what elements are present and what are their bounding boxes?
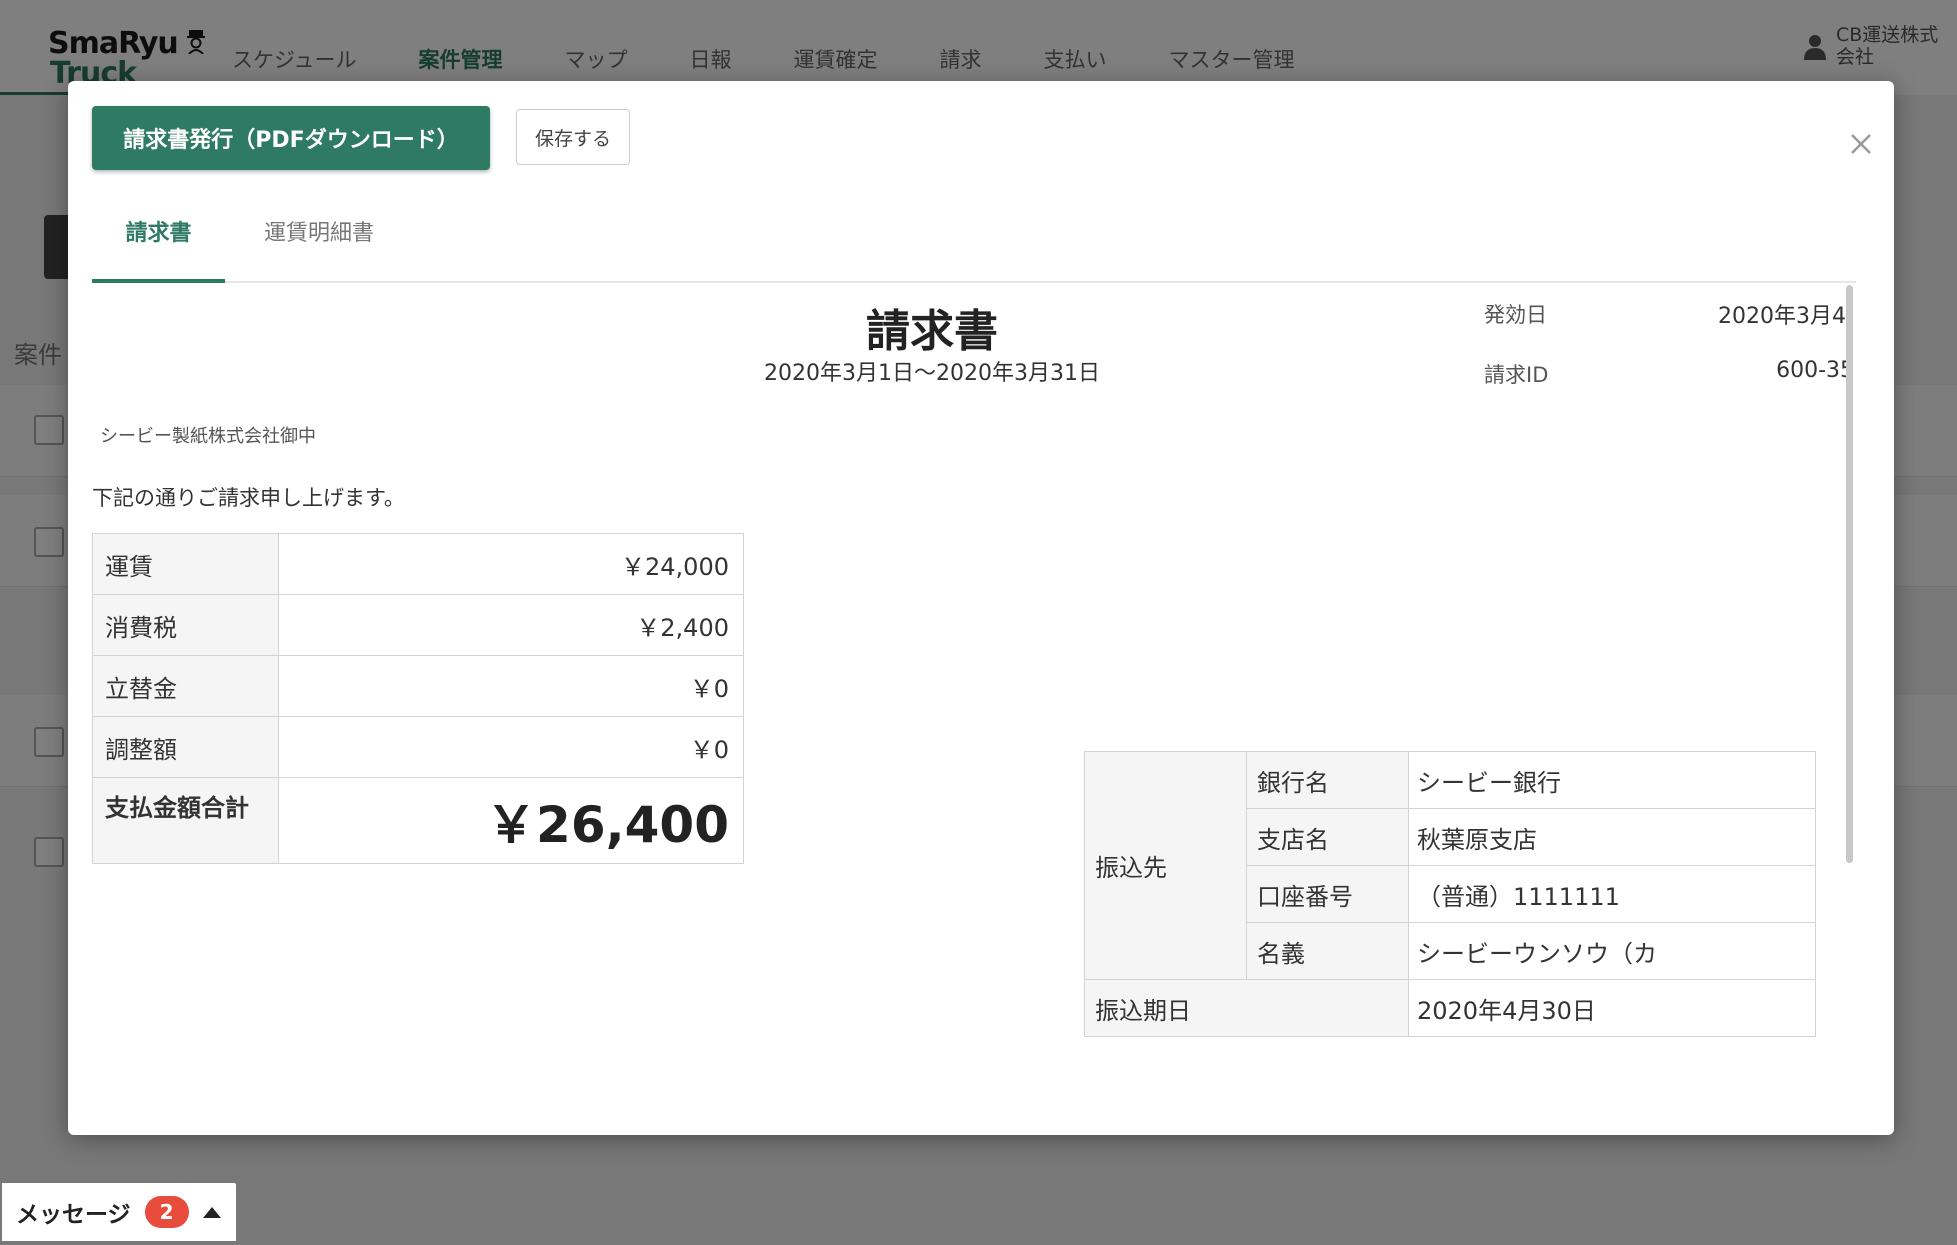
amount-value: ￥24,000 [278,533,744,595]
invoice-id-value: 600-351 [1776,358,1846,383]
save-button[interactable]: 保存する [516,109,630,165]
invoice-modal: 請求書発行（PDFダウンロード） 保存する 請求書 運賃明細書 請求書 2020… [68,81,1894,1135]
table-row: 立替金 ￥0 [92,655,744,717]
table-row: 振込先 銀行名 シービー銀行 [1084,751,1816,980]
bank-field-value: （普通）1111111 [1408,865,1816,923]
amount-label: 運賃 [92,533,279,595]
document-scrollbar[interactable] [1844,285,1854,865]
amount-value: ￥0 [278,716,744,778]
amount-label: 調整額 [92,716,279,778]
table-row: 振込期日 2020年4月30日 [1084,979,1816,1037]
message-label: メッセージ [16,1202,131,1228]
table-row: 消費税 ￥2,400 [92,594,744,656]
amount-value: ￥2,400 [278,594,744,656]
amount-label: 立替金 [92,655,279,717]
total-value: ￥26,400 [278,777,744,864]
issue-date-label: 発効日 [1484,303,1547,327]
recipient-name: シービー製紙株式会社御中 [100,426,316,447]
total-label: 支払金額合計 [92,777,279,864]
invoice-document: 請求書 2020年3月1日〜2020年3月31日 発効日 2020年3月4日 請… [92,285,1846,1115]
amount-label: 消費税 [92,594,279,656]
table-row: 調整額 ￥0 [92,716,744,778]
invoice-tabs: 請求書 運賃明細書 [92,199,1856,283]
message-bar[interactable]: メッセージ 2 [2,1183,236,1241]
bank-field-label: 名義 [1246,922,1409,980]
transfer-to-label: 振込先 [1084,751,1247,980]
close-icon[interactable] [1846,129,1876,159]
tab-invoice[interactable]: 請求書 [92,199,225,283]
invoice-id-label: 請求ID [1484,363,1549,387]
bank-field-label: 銀行名 [1246,751,1409,809]
billing-period: 2020年3月1日〜2020年3月31日 [764,361,1100,386]
invoice-intro-text: 下記の通りご請求申し上げます。 [92,486,405,510]
scroll-thumb[interactable] [1846,285,1853,863]
due-date-label: 振込期日 [1084,979,1409,1037]
bank-field-value: 秋葉原支店 [1408,808,1816,866]
bank-transfer-table: 振込先 銀行名 シービー銀行 支店名 秋葉原支店 口座番号 （普通）111111… [1084,751,1816,1037]
bank-field-label: 口座番号 [1246,865,1409,923]
bank-field-value: シービーウンソウ（カ [1408,922,1816,980]
amount-table: 運賃 ￥24,000 消費税 ￥2,400 立替金 ￥0 調整額 ￥0 支払金額… [92,533,744,864]
tab-fare-statement[interactable]: 運賃明細書 [244,199,394,283]
invoice-title: 請求書 [866,306,998,357]
issue-date-value: 2020年3月4日 [1718,304,1846,329]
total-row: 支払金額合計 ￥26,400 [92,777,744,864]
amount-value: ￥0 [278,655,744,717]
due-date-value: 2020年4月30日 [1408,979,1816,1037]
caret-up-icon[interactable] [202,1206,221,1218]
bank-field-label: 支店名 [1246,808,1409,866]
bank-field-value: シービー銀行 [1408,751,1816,809]
table-row: 運賃 ￥24,000 [92,533,744,595]
issue-invoice-pdf-button[interactable]: 請求書発行（PDFダウンロード） [92,106,490,170]
message-count-badge: 2 [144,1196,189,1228]
